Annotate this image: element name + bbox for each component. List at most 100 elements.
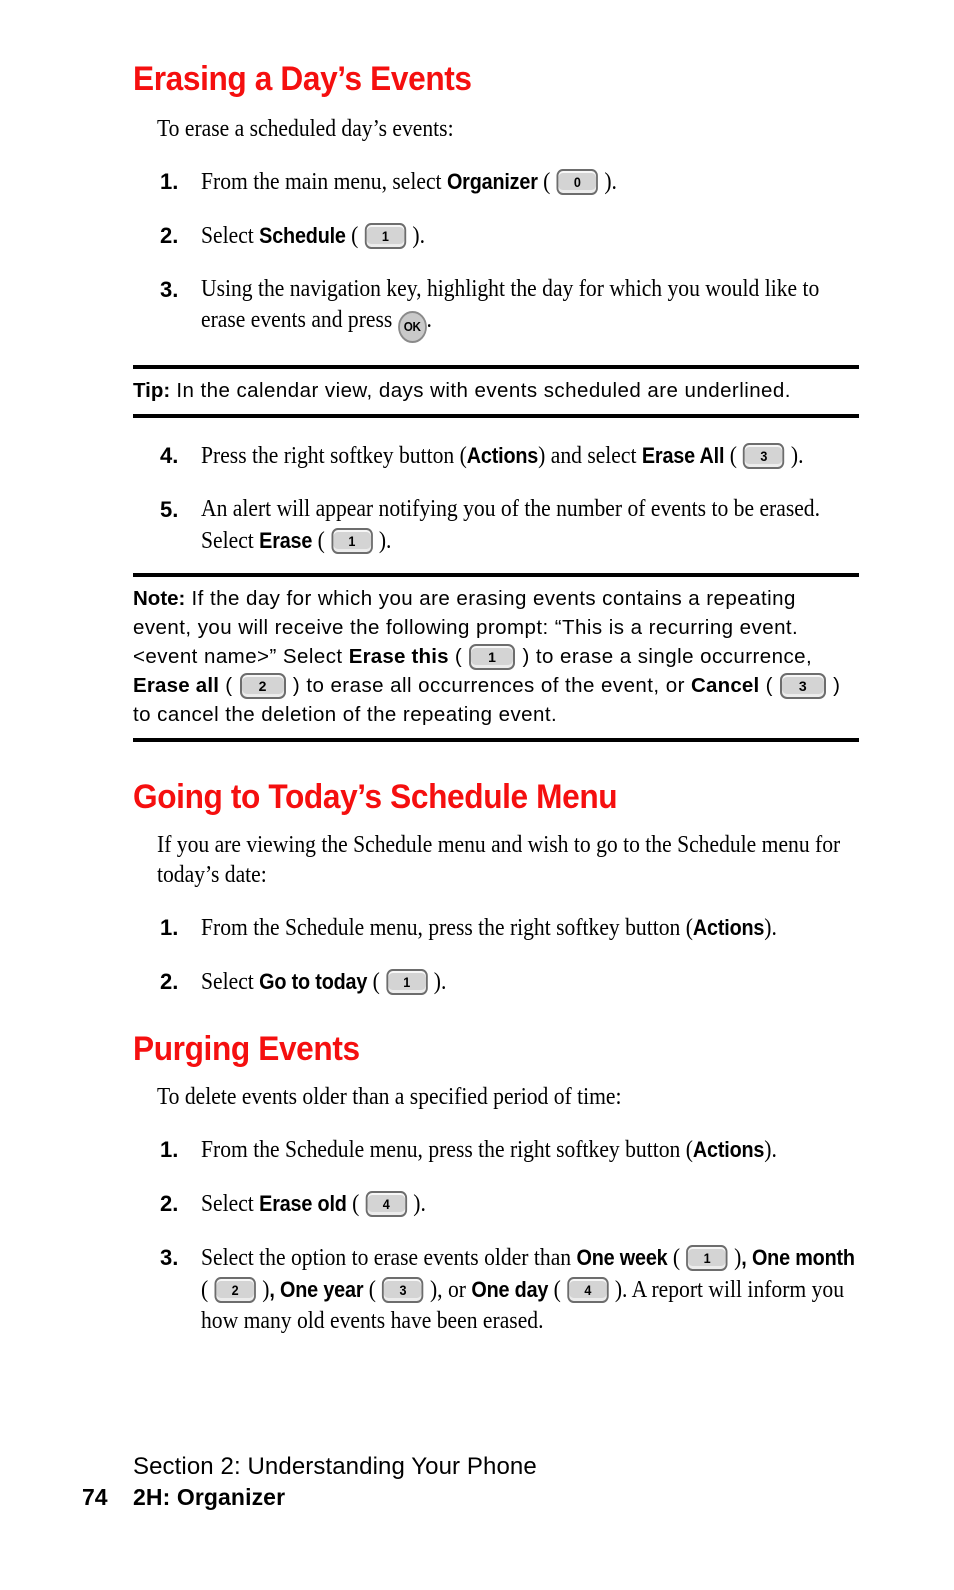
comma-separator: , xyxy=(741,1245,752,1270)
paren-open: ( xyxy=(346,1191,365,1217)
paren-close: ) xyxy=(256,1277,270,1303)
step-text-part: From the Schedule menu, press the right … xyxy=(201,915,693,941)
page-number: 74 xyxy=(82,1484,108,1510)
heading-erasing-a-days-events: Erasing a Day’s Events xyxy=(133,60,472,98)
keypad-key-0: 0 xyxy=(556,169,599,195)
step-text-part: ) and select xyxy=(538,443,642,469)
intro-going-today: If you are viewing the Schedule menu and… xyxy=(157,832,841,888)
keypad-key-1: 1 xyxy=(331,528,373,554)
step-number: 2. xyxy=(160,969,179,994)
step-text-part: From the main menu, select xyxy=(201,169,447,195)
manual-page: Erasing a Day’s Events To erase a schedu… xyxy=(0,0,954,1590)
ui-term: One month xyxy=(751,1245,855,1270)
tip-label: Tip: xyxy=(133,379,171,402)
ui-term: Cancel xyxy=(691,674,760,697)
ui-term: Erase xyxy=(259,528,313,553)
step-text-part: Select xyxy=(201,969,260,995)
paren-close: ). xyxy=(373,528,392,554)
step-number: 3. xyxy=(160,1245,179,1270)
paren-open: ( xyxy=(548,1277,567,1303)
paren-close: ) xyxy=(827,674,841,697)
step-item: 3. Using the navigation key, highlight t… xyxy=(133,274,859,343)
step-text: From the Schedule menu, press the right … xyxy=(201,1134,858,1166)
step-text-part: Select the option to erase events older … xyxy=(201,1245,577,1271)
keypad-key-1: 1 xyxy=(469,644,516,670)
note-body-part: to erase all occurrences of the event, o… xyxy=(300,674,691,697)
step-text: From the Schedule menu, press the right … xyxy=(201,912,858,944)
paren-open: ( xyxy=(759,674,780,697)
ui-term: Actions xyxy=(692,915,765,940)
paren-open: ( xyxy=(219,674,239,697)
note-body-part: to erase a single occurrence, xyxy=(529,645,813,668)
paren-open: ( xyxy=(363,1277,382,1303)
step-text-part: Select xyxy=(201,223,260,249)
page-content: Erasing a Day’s Events To erase a schedu… xyxy=(133,62,859,1337)
step-text: Using the navigation key, highlight the … xyxy=(201,274,858,343)
ui-term: Organizer xyxy=(446,169,538,194)
step-item: 2. Select Schedule ( 1 ). xyxy=(133,220,859,252)
heading-purging-events: Purging Events xyxy=(133,1030,360,1068)
steps-erasing-continued: 4. Press the right softkey button (Actio… xyxy=(133,440,859,557)
paren-close: ) xyxy=(609,1277,623,1303)
step-text: Select Erase old ( 4 ). xyxy=(201,1188,858,1220)
paren-close: ) xyxy=(516,645,530,668)
paren-open: ( xyxy=(312,528,331,554)
ui-term: Schedule xyxy=(259,223,346,248)
keypad-key-4: 4 xyxy=(567,1277,609,1303)
footer-section-title: Section 2: Understanding Your Phone xyxy=(133,1453,537,1480)
step-number: 1. xyxy=(160,915,179,940)
paren-close: ). xyxy=(598,169,617,195)
note-body-part: to cancel the deletion of the repeating … xyxy=(133,703,558,726)
paren-close: ). xyxy=(406,223,425,249)
step-item: 4. Press the right softkey button (Actio… xyxy=(133,440,859,472)
keypad-key-3: 3 xyxy=(780,673,827,699)
step-text-part: , or xyxy=(437,1277,472,1303)
step-text-part: From the Schedule menu, press the right … xyxy=(201,1137,693,1163)
paren-open: ( xyxy=(724,443,743,469)
ui-term: Actions xyxy=(692,1137,765,1162)
ui-term: Erase old xyxy=(259,1191,347,1216)
step-text: Select Go to today ( 1 ). xyxy=(201,966,858,998)
step-item: 2. Select Erase old ( 4 ). xyxy=(133,1188,859,1220)
step-number: 1. xyxy=(160,1137,179,1162)
step-text-part: ). xyxy=(764,915,777,941)
steps-erasing: 1. From the main menu, select Organizer … xyxy=(133,166,859,343)
step-text-part: Press the right softkey button ( xyxy=(201,443,467,469)
step-text-part: Select xyxy=(201,1191,260,1217)
step-item: 1. From the Schedule menu, press the rig… xyxy=(133,1134,859,1166)
step-text: Select the option to erase events older … xyxy=(201,1242,858,1337)
comma-separator: , xyxy=(269,1277,281,1302)
heading-going-to-todays-schedule-menu: Going to Today’s Schedule Menu xyxy=(133,778,618,816)
ui-term: Go to today xyxy=(259,969,368,994)
keypad-key-2: 2 xyxy=(239,673,286,699)
step-text-part: . xyxy=(426,307,432,333)
keypad-key-1: 1 xyxy=(686,1245,728,1271)
step-text: An alert will appear notifying you of th… xyxy=(201,494,858,557)
paren-close: ) xyxy=(424,1277,438,1303)
paren-close: ). xyxy=(407,1191,426,1217)
step-item: 5. An alert will appear notifying you of… xyxy=(133,494,859,557)
step-text: From the main menu, select Organizer ( 0… xyxy=(201,166,858,198)
note-callout: Note: If the day for which you are erasi… xyxy=(133,573,859,742)
paren-open: ( xyxy=(537,169,556,195)
tip-callout: Tip: In the calendar view, days with eve… xyxy=(133,365,859,418)
keypad-key-4: 4 xyxy=(365,1191,408,1217)
ui-term: Erase all xyxy=(133,674,220,697)
paren-open: ( xyxy=(201,1277,214,1303)
page-footer: Section 2: Understanding Your Phone 74 2… xyxy=(82,1452,862,1511)
keypad-key-3: 3 xyxy=(743,443,785,469)
tip-text: Tip: In the calendar view, days with eve… xyxy=(133,376,859,405)
step-text-part: Using the navigation key, highlight the … xyxy=(201,276,820,333)
intro-purging: To delete events older than a specified … xyxy=(157,1084,622,1110)
footer-row: 74 2H: Organizer xyxy=(82,1484,862,1511)
steps-going-today: 1. From the Schedule menu, press the rig… xyxy=(133,912,859,998)
step-number: 3. xyxy=(160,277,179,302)
paren-close: ) xyxy=(728,1245,742,1271)
step-text: Select Schedule ( 1 ). xyxy=(201,220,858,252)
keypad-key-1: 1 xyxy=(386,969,428,995)
step-number: 5. xyxy=(160,497,179,522)
ui-term: One day xyxy=(471,1277,549,1302)
step-item: 1. From the main menu, select Organizer … xyxy=(133,166,859,198)
paren-open: ( xyxy=(345,223,364,249)
ui-term: One week xyxy=(576,1245,668,1270)
